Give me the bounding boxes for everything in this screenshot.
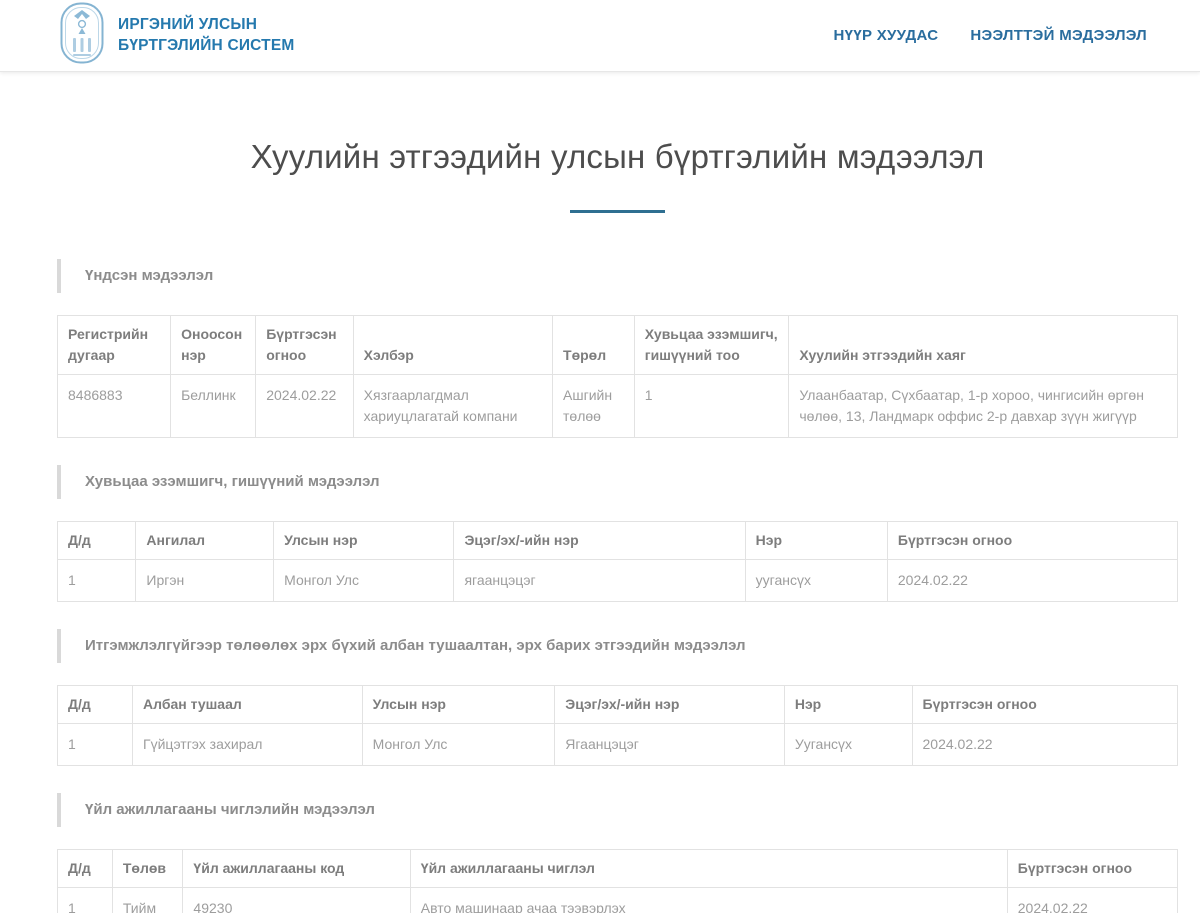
- table-cell: 2024.02.22: [887, 560, 1177, 602]
- table-cell: 8486883: [58, 375, 171, 438]
- sections-container: Үндсэн мэдээлэл Регистрийн дугаарОноосон …: [57, 259, 1178, 913]
- top-header: ИРГЭНИЙ УЛСЫН БҮРТГЭЛИЙН СИСТЕМ НҮҮР ХУУ…: [0, 0, 1200, 72]
- column-header: Нэр: [784, 686, 912, 724]
- table-header-row: Регистрийн дугаарОноосон нэрБүртгэсэн ог…: [58, 316, 1178, 375]
- table-cell: Ягаанцэцэг: [555, 724, 785, 766]
- column-header: Төрөл: [553, 316, 635, 375]
- table-cell: Монгол Улс: [362, 724, 555, 766]
- column-header: Хэлбэр: [353, 316, 552, 375]
- page-title: Хуулийн этгээдийн улсын бүртгэлийн мэдээ…: [57, 138, 1178, 176]
- nav-home-link[interactable]: НҮҮР ХУУДАС: [834, 27, 939, 44]
- column-header: Хувьцаа эзэмшигч, гишүүний тоо: [634, 316, 789, 375]
- table-cell: Улаанбаатар, Сүхбаатар, 1-р хороо, чинги…: [789, 375, 1178, 438]
- mongolian-seal-logo-icon: [60, 2, 104, 69]
- column-header: Регистрийн дугаар: [58, 316, 171, 375]
- column-header: Төлөв: [112, 850, 183, 888]
- table-cell: 2024.02.22: [256, 375, 353, 438]
- table-header-row: Д/дАнгилалУлсын нэрЭцэг/эх/-ийн нэрНэрБү…: [58, 522, 1178, 560]
- table-cell: Хязгаарлагдмал хариуцлагатай компани: [353, 375, 552, 438]
- table-row: 1ИргэнМонгол Улсягаанцэцэгуугансүх2024.0…: [58, 560, 1178, 602]
- table-header-row: Д/дТөлөвҮйл ажиллагааны кодҮйл ажиллагаа…: [58, 850, 1178, 888]
- column-header: Бүртгэсэн огноо: [1007, 850, 1177, 888]
- main-nav: НҮҮР ХУУДАС НЭЭЛТТЭЙ МЭДЭЭЛЭЛ: [834, 27, 1147, 44]
- data-table: Д/дТөлөвҮйл ажиллагааны кодҮйл ажиллагаа…: [57, 849, 1178, 913]
- data-table: Д/дАлбан тушаалУлсын нэрЭцэг/эх/-ийн нэр…: [57, 685, 1178, 766]
- table-cell: 49230: [183, 888, 410, 913]
- column-header: Ангилал: [136, 522, 274, 560]
- section-title: Хувьцаа эзэмшигч, гишүүний мэдээлэл: [57, 465, 1178, 499]
- table-cell: Гүйцэтгэх захирал: [133, 724, 363, 766]
- section-title: Итгэмжлэлгүйгээр төлөөлөх эрх бүхий алба…: [57, 629, 1178, 663]
- table-cell: ягаанцэцэг: [454, 560, 745, 602]
- column-header: Бүртгэсэн огноо: [887, 522, 1177, 560]
- data-table: Регистрийн дугаарОноосон нэрБүртгэсэн ог…: [57, 315, 1178, 438]
- column-header: Үйл ажиллагааны чиглэл: [410, 850, 1007, 888]
- table-cell: Уугансүх: [784, 724, 912, 766]
- table-cell: 1: [634, 375, 789, 438]
- table-cell: Монгол Улс: [274, 560, 454, 602]
- column-header: Улсын нэр: [362, 686, 555, 724]
- data-table: Д/дАнгилалУлсын нэрЭцэг/эх/-ийн нэрНэрБү…: [57, 521, 1178, 602]
- section-title: Үндсэн мэдээлэл: [57, 259, 1178, 293]
- section-title: Үйл ажиллагааны чиглэлийн мэдээлэл: [57, 793, 1178, 827]
- column-header: Д/д: [58, 522, 136, 560]
- nav-open-data-link[interactable]: НЭЭЛТТЭЙ МЭДЭЭЛЭЛ: [970, 27, 1147, 44]
- column-header: Бүртгэсэн огноо: [912, 686, 1177, 724]
- page-content: Хуулийн этгээдийн улсын бүртгэлийн мэдээ…: [57, 138, 1178, 913]
- table-header-row: Д/дАлбан тушаалУлсын нэрЭцэг/эх/-ийн нэр…: [58, 686, 1178, 724]
- column-header: Нэр: [745, 522, 887, 560]
- table-cell: Беллинк: [171, 375, 256, 438]
- table-cell: 1: [58, 724, 133, 766]
- table-cell: 1: [58, 888, 113, 913]
- column-header: Оноосон нэр: [171, 316, 256, 375]
- table-row: 8486883Беллинк2024.02.22Хязгаарлагдмал х…: [58, 375, 1178, 438]
- table-cell: 2024.02.22: [912, 724, 1177, 766]
- logo-line1: ИРГЭНИЙ УЛСЫН: [118, 16, 257, 33]
- table-cell: 1: [58, 560, 136, 602]
- table-row: 1Гүйцэтгэх захиралМонгол УлсЯгаанцэцэгУу…: [58, 724, 1178, 766]
- column-header: Хуулийн этгээдийн хаяг: [789, 316, 1178, 375]
- column-header: Үйл ажиллагааны код: [183, 850, 410, 888]
- table-cell: Тийм: [112, 888, 183, 913]
- table-row: 1Тийм49230Авто машинаар ачаа тээвэрлэх20…: [58, 888, 1178, 913]
- column-header: Бүртгэсэн огноо: [256, 316, 353, 375]
- logo-text: ИРГЭНИЙ УЛСЫН БҮРТГЭЛИЙН СИСТЕМ: [118, 15, 295, 57]
- table-cell: 2024.02.22: [1007, 888, 1177, 913]
- table-cell: Ашгийн төлөө: [553, 375, 635, 438]
- table-cell: Авто машинаар ачаа тээвэрлэх: [410, 888, 1007, 913]
- table-cell: уугансүх: [745, 560, 887, 602]
- column-header: Д/д: [58, 686, 133, 724]
- logo-line2: БҮРТГЭЛИЙН СИСТЕМ: [118, 37, 295, 54]
- column-header: Эцэг/эх/-ийн нэр: [454, 522, 745, 560]
- table-cell: Иргэн: [136, 560, 274, 602]
- title-divider: [570, 210, 665, 213]
- column-header: Албан тушаал: [133, 686, 363, 724]
- column-header: Эцэг/эх/-ийн нэр: [555, 686, 785, 724]
- column-header: Улсын нэр: [274, 522, 454, 560]
- logo[interactable]: ИРГЭНИЙ УЛСЫН БҮРТГЭЛИЙН СИСТЕМ: [60, 2, 295, 69]
- column-header: Д/д: [58, 850, 113, 888]
